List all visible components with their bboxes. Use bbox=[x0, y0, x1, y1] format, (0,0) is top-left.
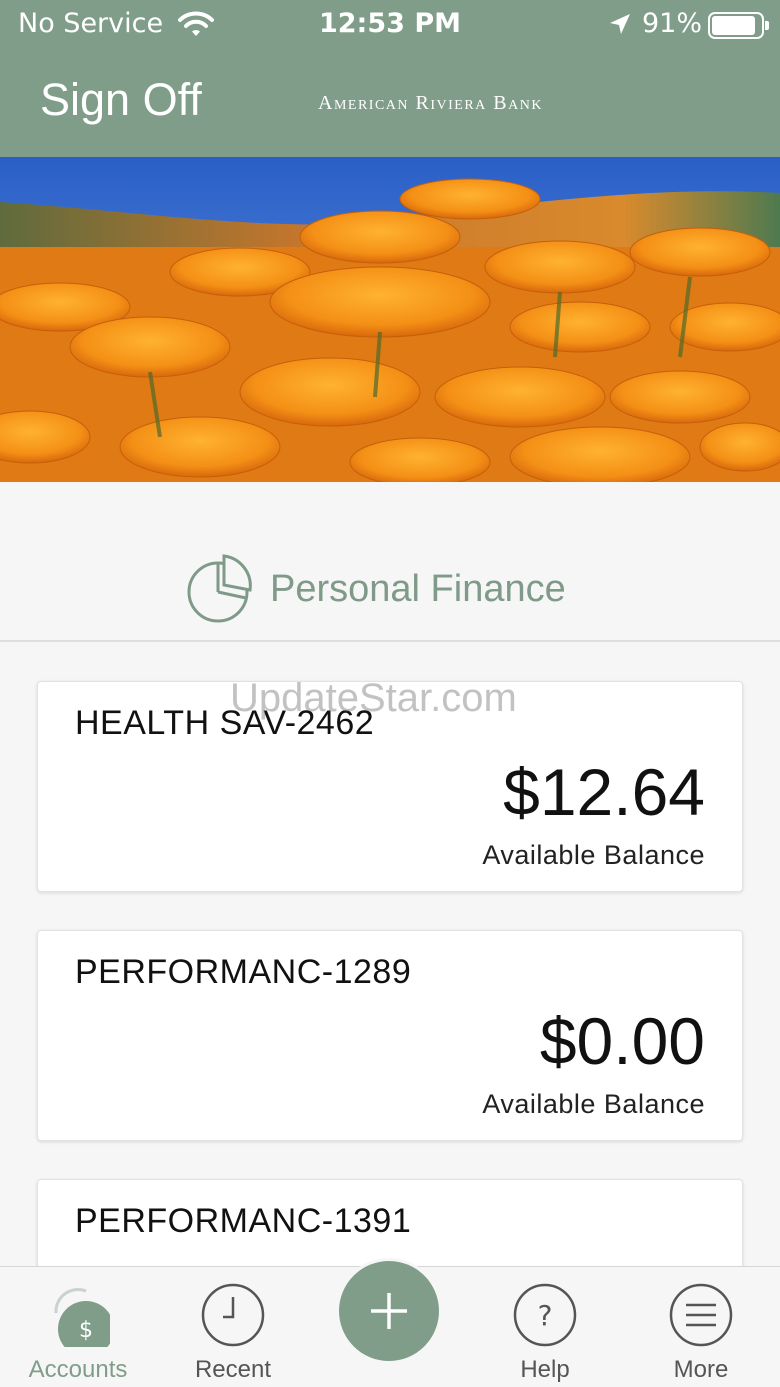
battery-percent: 91% bbox=[642, 8, 703, 39]
account-name: PERFORMANC-1289 bbox=[75, 953, 412, 991]
personal-finance-label: Personal Finance bbox=[270, 568, 566, 610]
account-balance: $0.00 bbox=[539, 1004, 705, 1078]
pie-chart-icon bbox=[186, 552, 254, 628]
tab-recent[interactable]: Recent bbox=[158, 1267, 308, 1387]
tab-more[interactable]: More bbox=[626, 1267, 776, 1387]
tab-label: Accounts bbox=[28, 1356, 128, 1383]
tab-label: More bbox=[673, 1356, 729, 1383]
app-header: No Service 12:53 PM 91% Sign Off America… bbox=[0, 0, 780, 157]
tab-label: Recent bbox=[194, 1356, 272, 1383]
clock-icon bbox=[201, 1283, 265, 1347]
account-name: PERFORMANC-1391 bbox=[75, 1202, 412, 1240]
tab-help[interactable]: ? Help bbox=[470, 1267, 620, 1387]
question-icon: ? bbox=[513, 1283, 577, 1347]
personal-finance-button[interactable]: Personal Finance bbox=[0, 482, 780, 642]
svg-text:?: ? bbox=[538, 1299, 553, 1332]
battery-icon bbox=[708, 12, 769, 39]
tab-accounts[interactable]: $ Accounts bbox=[3, 1267, 153, 1387]
account-card-performanc-1289[interactable]: PERFORMANC-1289 $0.00 Available Balance bbox=[37, 930, 743, 1141]
account-name: HEALTH SAV-2462 bbox=[75, 704, 375, 742]
bank-logo: American Riviera Bank bbox=[318, 92, 543, 114]
balance-label: Available Balance bbox=[482, 840, 705, 870]
menu-icon bbox=[669, 1283, 733, 1347]
sign-off-button[interactable]: Sign Off bbox=[40, 74, 202, 126]
svg-text:$: $ bbox=[79, 1318, 93, 1343]
hero-image bbox=[0, 157, 780, 482]
plus-icon bbox=[339, 1293, 439, 1365]
add-button[interactable] bbox=[339, 1261, 439, 1361]
location-arrow-icon bbox=[608, 12, 632, 40]
status-bar: No Service 12:53 PM 91% bbox=[0, 0, 780, 52]
account-card-health-sav[interactable]: HEALTH SAV-2462 $12.64 Available Balance bbox=[37, 681, 743, 892]
dollar-icon: $ bbox=[46, 1283, 114, 1357]
balance-label: Available Balance bbox=[482, 1089, 705, 1119]
tab-label: Help bbox=[520, 1356, 570, 1383]
account-balance: $12.64 bbox=[503, 755, 705, 829]
